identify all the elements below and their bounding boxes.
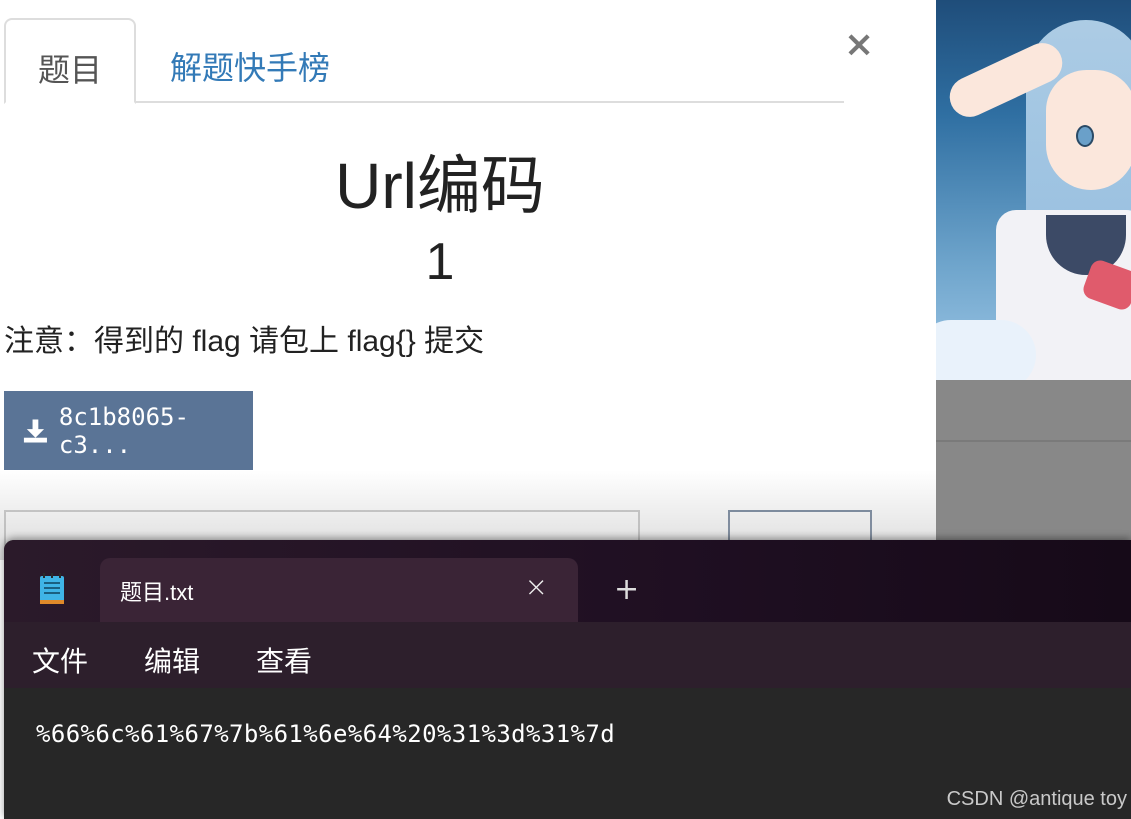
background-panel bbox=[936, 380, 1131, 540]
challenge-note: 注意：得到的 flag 请包上 flag{} 提交 bbox=[4, 325, 485, 358]
background-illustration bbox=[936, 0, 1131, 380]
modal-tabs: 题目 解题快手榜 bbox=[4, 18, 844, 104]
challenge-modal: 题目 解题快手榜 × Url编码 1 注意：得到的 flag 请包上 flag{… bbox=[0, 0, 936, 560]
notepad-icon bbox=[40, 573, 64, 604]
close-tab-icon[interactable]: × bbox=[525, 570, 548, 603]
notepad-menubar: 文件 编辑 查看 bbox=[4, 622, 1131, 688]
tab-solves[interactable]: 解题快手榜 bbox=[170, 18, 330, 103]
editor-content[interactable]: %66%6c%61%67%7b%61%6e%64%20%31%3d%31%7d bbox=[36, 720, 615, 748]
new-tab-button[interactable]: + bbox=[614, 570, 639, 610]
menu-edit[interactable]: 编辑 bbox=[144, 640, 200, 680]
tab-challenge[interactable]: 题目 bbox=[4, 18, 136, 104]
close-modal-button[interactable]: × bbox=[844, 25, 874, 65]
notepad-titlebar: 题目.txt × + bbox=[4, 540, 1131, 622]
download-file-label: 8c1b8065-c3... bbox=[58, 402, 189, 459]
notepad-tab-title: 题目.txt bbox=[120, 580, 194, 605]
download-file-button[interactable]: 8c1b8065-c3... bbox=[4, 391, 253, 470]
download-icon bbox=[23, 418, 47, 443]
watermark: CSDN @antique toy bbox=[946, 788, 1127, 810]
menu-file[interactable]: 文件 bbox=[32, 640, 88, 680]
notepad-window: 题目.txt × + 文件 编辑 查看 %66%6c%61%67%7b%61%6… bbox=[4, 540, 1131, 819]
challenge-title: Url编码 bbox=[335, 150, 545, 222]
notepad-tab[interactable]: 题目.txt × bbox=[100, 558, 578, 622]
challenge-points: 1 bbox=[425, 233, 455, 291]
menu-view[interactable]: 查看 bbox=[256, 640, 312, 680]
